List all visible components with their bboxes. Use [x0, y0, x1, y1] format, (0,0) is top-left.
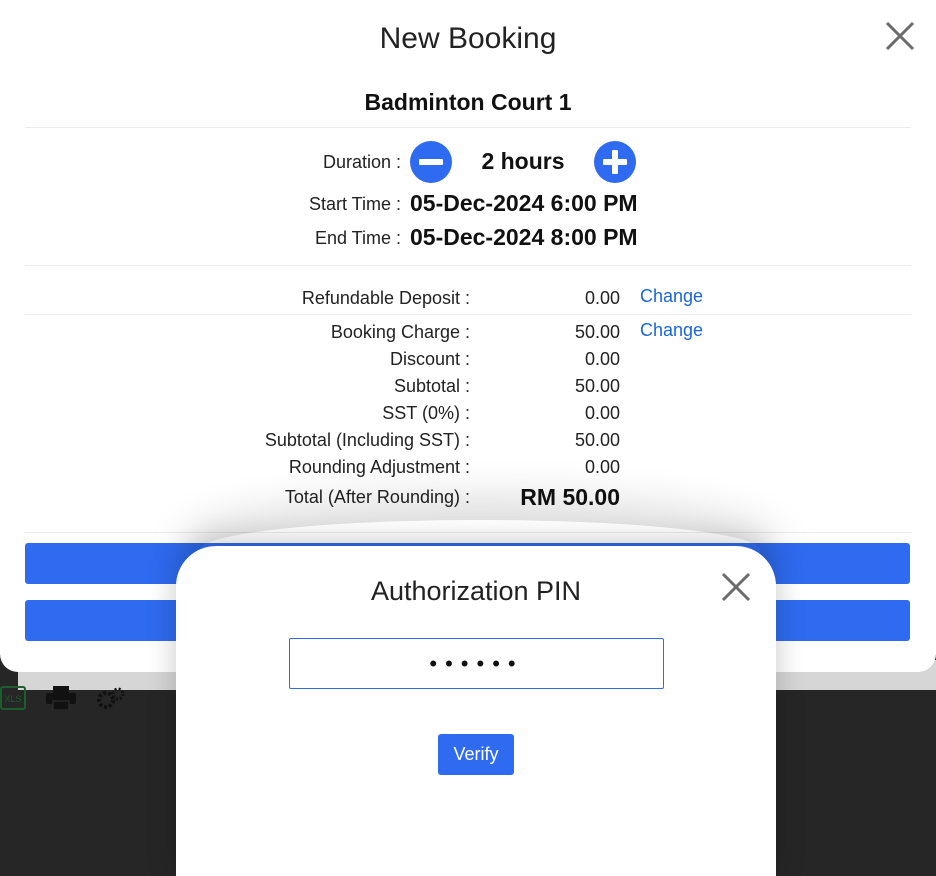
close-icon[interactable] — [720, 571, 752, 603]
booking-charge-value: 50.00 — [574, 322, 620, 342]
pin-dialog-title: Authorization PIN — [370, 576, 582, 606]
duration-value: 2 hours — [481, 148, 565, 174]
total-value: RM 50.00 — [520, 484, 620, 510]
total-label: Total (After Rounding) : — [284, 487, 470, 507]
court-name: Badminton Court 1 — [364, 89, 572, 115]
change-deposit-link[interactable]: Change — [640, 286, 703, 307]
decrease-duration-button[interactable] — [410, 141, 452, 183]
pin-input[interactable] — [289, 638, 664, 689]
divider — [25, 127, 911, 128]
increase-duration-button[interactable] — [594, 141, 636, 183]
end-time-label: End Time : — [314, 228, 401, 248]
modal-title: New Booking — [379, 22, 557, 55]
end-time-value: 05-Dec-2024 8:00 PM — [410, 224, 638, 250]
divider — [25, 314, 911, 315]
subtotal-incl-sst-label: Subtotal (Including SST) : — [264, 430, 470, 450]
start-time-label: Start Time : — [308, 194, 401, 214]
verify-button[interactable]: Verify — [438, 734, 514, 775]
background-toolbar: XLS — [0, 686, 140, 712]
booking-charge-label: Booking Charge : — [330, 322, 470, 342]
xls-export-icon[interactable]: XLS — [0, 686, 26, 710]
change-booking-charge-link[interactable]: Change — [640, 320, 703, 341]
rounding-adjustment-value: 0.00 — [584, 457, 620, 477]
discount-value: 0.00 — [584, 349, 620, 369]
deposit-label: Refundable Deposit : — [301, 288, 470, 308]
settings-gear-icon[interactable] — [94, 686, 128, 712]
sst-value: 0.00 — [584, 403, 620, 423]
sst-label: SST (0%) : — [382, 403, 470, 423]
authorization-pin-dialog: Authorization PIN Verify — [176, 546, 776, 876]
subtotal-label: Subtotal : — [393, 376, 470, 396]
printer-icon[interactable] — [44, 686, 78, 711]
discount-label: Discount : — [389, 349, 470, 369]
subtotal-value: 50.00 — [574, 376, 620, 396]
duration-label: Duration : — [322, 152, 401, 172]
svg-text:XLS: XLS — [4, 694, 21, 704]
close-icon[interactable] — [884, 20, 916, 52]
start-time-value: 05-Dec-2024 6:00 PM — [410, 190, 638, 216]
divider — [25, 265, 911, 266]
deposit-value: 0.00 — [584, 288, 620, 308]
subtotal-incl-sst-value: 50.00 — [574, 430, 620, 450]
rounding-adjustment-label: Rounding Adjustment : — [288, 457, 470, 477]
